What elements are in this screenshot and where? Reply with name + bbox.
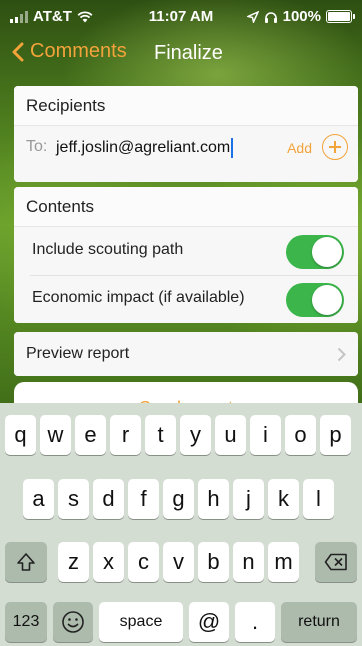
key-l[interactable]: l [303,479,334,519]
key-m[interactable]: m [268,542,299,582]
shift-key[interactable] [5,542,47,582]
key-p[interactable]: p [320,415,351,455]
emoji-key[interactable] [53,602,93,642]
key-j[interactable]: j [233,479,264,519]
key-r[interactable]: r [110,415,141,455]
chevron-left-icon [12,42,24,61]
contents-card: Contents Include scouting path Economic … [14,187,358,323]
status-right: 100% [246,8,355,25]
to-label: To: [26,138,48,155]
location-icon [246,10,259,23]
key-u[interactable]: u [215,415,246,455]
key-v[interactable]: v [163,542,194,582]
key-w[interactable]: w [40,415,71,455]
key-q[interactable]: q [5,415,36,455]
backspace-key[interactable] [315,542,357,582]
key-c[interactable]: c [128,542,159,582]
option-row-economic-impact: Economic impact (if available) [14,275,358,323]
key-s[interactable]: s [58,479,89,519]
page-title: Finalize [154,42,223,64]
key-g[interactable]: g [163,479,194,519]
space-key[interactable]: space [99,602,183,642]
return-key[interactable]: return [281,602,357,642]
key-n[interactable]: n [233,542,264,582]
recipient-email-field[interactable]: jeff.joslin@agreliant.com [56,138,234,158]
numbers-key[interactable]: 123 [5,602,47,642]
key-x[interactable]: x [93,542,124,582]
at-key[interactable]: @ [189,602,229,642]
battery-icon [326,10,355,23]
battery-percent: 100% [282,8,321,25]
preview-label: Preview report [26,345,130,362]
economic-impact-toggle[interactable] [286,283,344,317]
include-scouting-path-toggle[interactable] [286,235,344,269]
preview-row-inner: Preview report [14,332,358,376]
emoji-icon [62,611,84,633]
recipients-header: Recipients [14,86,358,126]
key-f[interactable]: f [128,479,159,519]
key-y[interactable]: y [180,415,211,455]
shift-icon [17,553,35,571]
dot-key[interactable]: . [235,602,275,642]
key-o[interactable]: o [285,415,316,455]
add-label[interactable]: Add [287,140,312,156]
recipients-card: Recipients To: jeff.joslin@agreliant.com… [14,86,358,182]
back-label: Comments [30,40,127,62]
preview-report-row[interactable]: Preview report [14,332,358,376]
option-label: Include scouting path [32,241,184,258]
key-d[interactable]: d [93,479,124,519]
key-h[interactable]: h [198,479,229,519]
delete-icon [324,553,347,571]
key-k[interactable]: k [268,479,299,519]
text-cursor [231,138,234,158]
option-label: Economic impact (if available) [32,289,245,306]
status-bar: AT&T 11:07 AM 100% [0,0,362,34]
option-row-scouting-path: Include scouting path [14,227,358,275]
recipients-spacer [14,170,358,182]
back-button[interactable]: Comments [12,40,127,63]
key-a[interactable]: a [23,479,54,519]
chevron-right-icon [337,347,346,362]
recipient-input-row[interactable]: To: jeff.joslin@agreliant.com Add [14,126,358,170]
nav-bar: Comments Finalize [0,34,362,74]
key-z[interactable]: z [58,542,89,582]
key-t[interactable]: t [145,415,176,455]
recipient-email-text: jeff.joslin@agreliant.com [56,139,231,157]
key-e[interactable]: e [75,415,106,455]
headphones-icon [264,11,277,23]
keyboard: q w e r t y u i o p a s d f g h j k l z … [0,403,362,646]
key-b[interactable]: b [198,542,229,582]
key-i[interactable]: i [250,415,281,455]
contents-header: Contents [14,187,358,227]
add-recipient-icon[interactable] [322,134,348,160]
